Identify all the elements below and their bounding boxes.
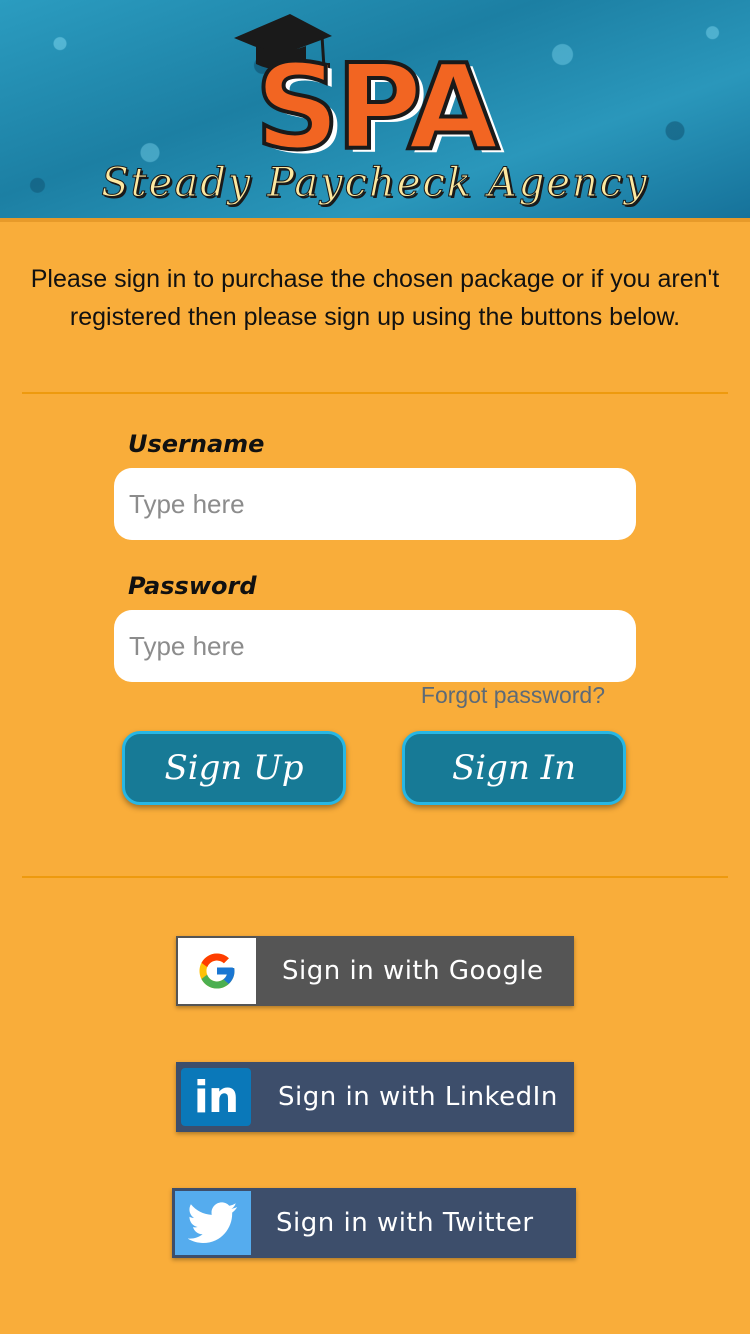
sign-up-button[interactable]: Sign Up [122, 731, 346, 805]
password-label: Password [128, 572, 257, 600]
linkedin-logo-text: in [181, 1068, 251, 1126]
header-banner: SPA Steady Paycheck Agency [0, 0, 750, 222]
linkedin-icon: in [176, 1062, 256, 1132]
twitter-icon [175, 1191, 251, 1255]
google-signin-label: Sign in with Google [282, 956, 544, 986]
linkedin-signin-button[interactable]: in Sign in with LinkedIn [176, 1062, 574, 1132]
linkedin-signin-label: Sign in with LinkedIn [278, 1082, 558, 1112]
intro-message: Please sign in to purchase the chosen pa… [30, 265, 720, 331]
twitter-signin-button[interactable]: Sign in with Twitter [172, 1188, 576, 1258]
twitter-signin-label: Sign in with Twitter [276, 1208, 534, 1238]
username-input[interactable] [114, 468, 636, 540]
forgot-password-link[interactable]: Forgot password? [380, 682, 605, 709]
sign-in-button[interactable]: Sign In [402, 731, 626, 805]
password-input[interactable] [114, 610, 636, 682]
divider-top [22, 392, 728, 394]
google-icon [178, 938, 256, 1004]
logo-tagline: Steady Paycheck Agency [101, 160, 649, 207]
username-label: Username [128, 430, 265, 458]
divider-bottom [22, 876, 728, 878]
google-signin-button[interactable]: Sign in with Google [176, 936, 574, 1006]
logo-text: SPA [253, 38, 501, 176]
